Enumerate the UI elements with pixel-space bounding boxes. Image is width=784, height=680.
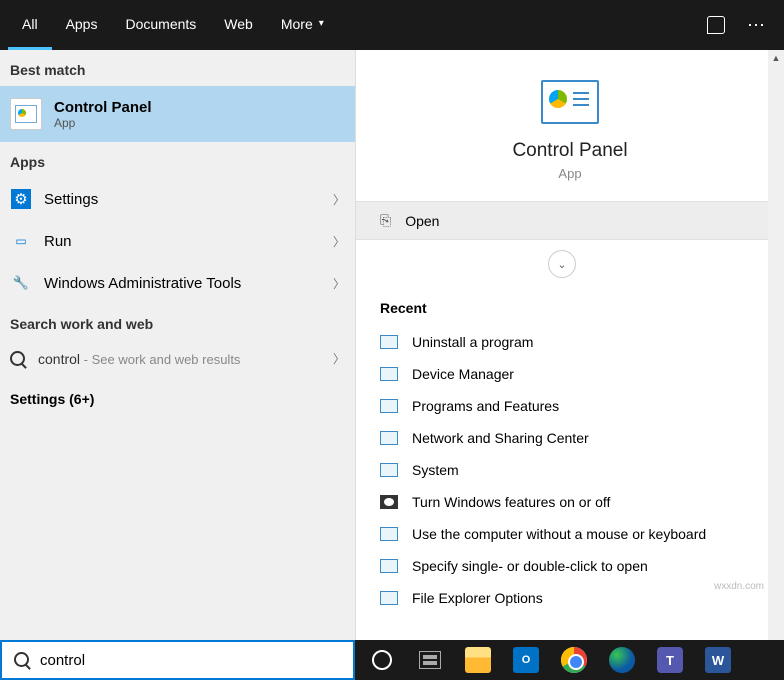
chrome-button[interactable]	[551, 640, 597, 680]
edge-button[interactable]	[599, 640, 645, 680]
apps-section-label: Apps	[0, 142, 355, 178]
file-explorer-button[interactable]	[455, 640, 501, 680]
control-panel-icon	[10, 98, 42, 130]
preview-panel: ▲ Control Panel App ⎘ Open ⌄ Recent Unin…	[355, 50, 784, 640]
teams-button[interactable]	[647, 640, 693, 680]
panel-item-icon	[380, 527, 398, 541]
preview-title: Control Panel	[512, 140, 627, 162]
open-icon: ⎘	[380, 212, 391, 229]
edge-icon	[609, 647, 635, 673]
search-icon	[14, 652, 30, 668]
run-icon	[10, 230, 32, 252]
recent-item[interactable]: Use the computer without a mouse or keyb…	[380, 518, 744, 550]
recent-item[interactable]: System	[380, 454, 744, 486]
cortana-icon	[372, 650, 392, 670]
search-icon	[10, 351, 26, 367]
recent-item[interactable]: Specify single- or double-click to open	[380, 550, 744, 582]
search-web-label: Search work and web	[0, 304, 355, 340]
chevron-right-icon: 〉	[333, 275, 345, 292]
word-button[interactable]	[695, 640, 741, 680]
panel-item-icon	[380, 335, 398, 349]
word-icon	[705, 647, 731, 673]
collapse-button[interactable]: ⌄	[548, 250, 576, 278]
watermark: wxxdn.com	[714, 581, 764, 592]
app-settings[interactable]: Settings 〉	[0, 178, 355, 220]
admin-tools-icon	[10, 272, 32, 294]
app-admin-tools[interactable]: Windows Administrative Tools 〉	[0, 262, 355, 304]
teams-icon	[657, 647, 683, 673]
panel-item-icon	[380, 399, 398, 413]
file-explorer-icon	[465, 647, 491, 673]
tab-documents[interactable]: Documents	[111, 0, 210, 50]
panel-item-icon	[380, 591, 398, 605]
search-input[interactable]	[40, 652, 341, 669]
scrollbar[interactable]: ▲	[768, 50, 784, 640]
recent-item[interactable]: Device Manager	[380, 358, 744, 390]
settings-more-label[interactable]: Settings (6+)	[0, 377, 355, 421]
features-icon	[380, 495, 398, 509]
panel-item-icon	[380, 431, 398, 445]
panel-item-icon	[380, 463, 398, 477]
gear-icon	[10, 188, 32, 210]
search-box[interactable]	[0, 640, 355, 680]
chevron-right-icon: 〉	[333, 350, 345, 367]
tab-apps[interactable]: Apps	[52, 0, 112, 50]
recent-item[interactable]: Turn Windows features on or off	[380, 486, 744, 518]
chrome-icon	[561, 647, 587, 673]
best-match-label: Best match	[0, 50, 355, 86]
chevron-right-icon: 〉	[333, 233, 345, 250]
control-panel-large-icon	[541, 80, 599, 124]
outlook-icon: O	[513, 647, 539, 673]
tab-web[interactable]: Web	[210, 0, 267, 50]
options-icon[interactable]	[736, 5, 776, 45]
taskbar: O	[355, 640, 784, 680]
best-match-item[interactable]: Control Panel App	[0, 86, 355, 142]
results-panel: Best match Control Panel App Apps Settin…	[0, 50, 355, 640]
open-action[interactable]: ⎘ Open	[356, 201, 768, 240]
scroll-up-icon[interactable]: ▲	[768, 50, 784, 66]
best-match-subtitle: App	[54, 116, 152, 130]
tab-all[interactable]: All	[8, 0, 52, 50]
preview-subtitle: App	[558, 166, 581, 181]
recent-item[interactable]: Network and Sharing Center	[380, 422, 744, 454]
recent-item[interactable]: File Explorer Options	[380, 582, 744, 614]
recent-label: Recent	[380, 292, 744, 326]
panel-item-icon	[380, 367, 398, 381]
recent-item[interactable]: Programs and Features	[380, 390, 744, 422]
best-match-title: Control Panel	[54, 99, 152, 116]
tab-more[interactable]: More▾	[267, 0, 338, 50]
outlook-button[interactable]: O	[503, 640, 549, 680]
app-run[interactable]: Run 〉	[0, 220, 355, 262]
search-tabs: All Apps Documents Web More▾	[0, 0, 784, 50]
task-view-icon	[419, 651, 441, 669]
recent-item[interactable]: Uninstall a program	[380, 326, 744, 358]
web-search-item[interactable]: control - See work and web results 〉	[0, 340, 355, 377]
cortana-button[interactable]	[359, 640, 405, 680]
panel-item-icon	[380, 559, 398, 573]
feedback-icon[interactable]	[696, 5, 736, 45]
chevron-right-icon: 〉	[333, 191, 345, 208]
task-view-button[interactable]	[407, 640, 453, 680]
